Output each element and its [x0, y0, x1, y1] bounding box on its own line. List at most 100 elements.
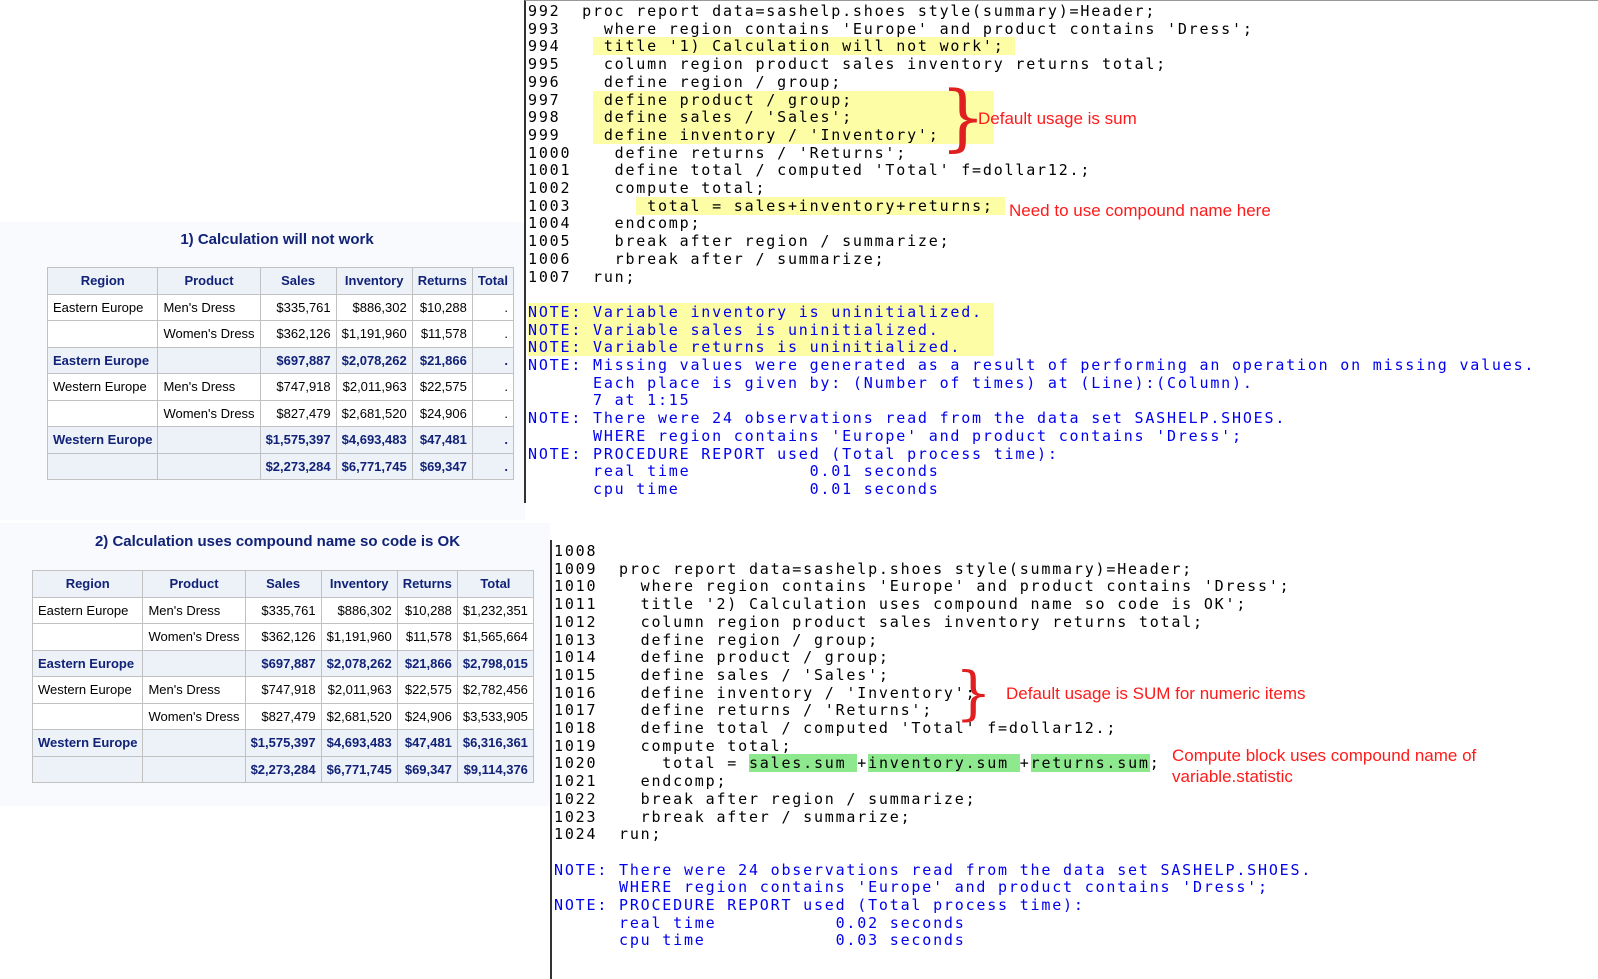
table-cell: $21,866	[396, 649, 458, 677]
report1-table: Region Product Sales Inventory Returns Total E…	[46, 267, 514, 480]
table-cell: $22,575	[396, 676, 458, 704]
highlighted-code: define product / group;	[593, 90, 994, 109]
log-note-line: cpu time 0.01 seconds	[528, 480, 940, 499]
table-cell: $747,918	[259, 373, 337, 401]
code-line: 993 where region contains 'Europe' and p…	[528, 20, 1254, 39]
table-cell	[46, 452, 159, 480]
brace-icon: }	[955, 659, 992, 727]
table-cell: .	[471, 426, 514, 454]
table-cell: .	[471, 293, 514, 321]
code-text: 1020 total =	[554, 754, 749, 773]
code-text: 1021 endcomp;	[554, 772, 728, 791]
log-note-line: real time 0.01 seconds	[528, 462, 940, 481]
table-cell: $1,191,960	[320, 623, 398, 651]
table-cell: $2,681,520	[335, 399, 413, 427]
code-line: 1024 run;	[554, 825, 662, 844]
table-cell: $1,191,960	[335, 320, 413, 348]
code-text: 1007 run;	[528, 267, 637, 286]
code-text: NOTE: There were 24 observations read fr…	[528, 409, 1287, 428]
code-line: 1023 rbreak after / summarize;	[554, 807, 912, 827]
table-cell: $2,798,015	[456, 649, 534, 677]
code-text: 1009 proc report data=sashelp.shoes styl…	[554, 559, 1194, 578]
annotation-default-usage: Default usage is sum	[978, 109, 1137, 128]
code-text: 1012 column region product sales invento…	[554, 612, 1204, 631]
table-cell	[46, 320, 159, 348]
code-text: 1023 rbreak after / summarize;	[554, 807, 912, 826]
code-text: WHERE region contains 'Europe' and produ…	[554, 878, 1269, 897]
code-text: 1010 where region contains 'Europe' and …	[554, 577, 1291, 596]
table-cell	[157, 346, 261, 374]
code-line: 995 column region product sales inventor…	[528, 55, 1167, 74]
column-header: Region	[31, 570, 144, 598]
table-row: Women's Dress $827,479 $2,681,520 $24,906.	[46, 399, 514, 427]
header-row: Region Product Sales Inventory Returns Total	[31, 570, 534, 598]
table-cell	[142, 729, 246, 757]
log-note-line: NOTE: There were 24 observations read fr…	[528, 409, 1287, 428]
code-text: real time 0.01 seconds	[528, 462, 940, 481]
code-text: 999	[528, 125, 593, 144]
code-line: 1013 define region / group;	[554, 631, 879, 650]
table-cell: $2,078,262	[335, 346, 413, 374]
code-text: 992 proc report data=sashelp.shoes style…	[528, 2, 1157, 20]
table-cell	[157, 426, 261, 454]
code-line: 998 define sales / 'Sales';	[528, 108, 994, 127]
highlighted-code: NOTE: Variable returns is uninitialized.	[528, 338, 994, 357]
code-text: 1019 compute total;	[554, 736, 793, 755]
code-text: 1018 define total / computed 'Total' f=d…	[554, 719, 1118, 737]
table-cell: .	[471, 320, 514, 348]
log-note-line: NOTE: Variable returns is uninitialized.	[528, 338, 994, 357]
table-cell: Men's Dress	[157, 373, 261, 401]
code-line: 1001 define total / computed 'Total' f=d…	[528, 161, 1091, 180]
summary-row: Western Europe $1,575,397 $4,693,483 $47,48…	[31, 729, 534, 757]
table-cell: Eastern Europe	[46, 346, 159, 374]
table-cell: Men's Dress	[142, 596, 246, 624]
code-text: 1003	[528, 196, 637, 215]
code-text: 1016 define inventory / 'Inventory';	[554, 683, 977, 702]
table-cell: $2,273,284	[259, 452, 337, 480]
table-cell: .	[471, 346, 514, 374]
table-cell: Western Europe	[46, 373, 159, 401]
code-text: 1015 define sales / 'Sales';	[554, 665, 890, 684]
code-text: 998	[528, 108, 593, 127]
table-cell: $335,761	[244, 596, 322, 624]
table-cell: $1,575,397	[259, 426, 337, 454]
log-note-line: NOTE: There were 24 observations read fr…	[554, 860, 1313, 880]
code-text: 996 define region / group;	[528, 72, 843, 91]
code-text: NOTE: There were 24 observations read fr…	[554, 860, 1313, 879]
table-cell: $24,906	[411, 399, 473, 427]
code-text: 1000 define returns / 'Returns';	[528, 143, 908, 162]
code-text: NOTE: PROCEDURE REPORT used (Total proce…	[554, 896, 1085, 914]
table-cell: Western Europe	[31, 729, 144, 757]
column-header: Total	[456, 570, 534, 598]
annotation-default-sum: Default usage is SUM for numeric items	[1006, 684, 1306, 703]
table-cell: $1,565,664	[456, 623, 534, 651]
code-text: 1004 endcomp;	[528, 214, 702, 233]
highlighted-code: title '1) Calculation will not work';	[593, 37, 1016, 56]
code-line: 1003 total = sales+inventory+returns;	[528, 196, 1005, 216]
column-header: Returns	[396, 570, 458, 598]
code-text: cpu time 0.03 seconds	[554, 931, 966, 950]
report2-table: Region Product Sales Inventory Returns Total E…	[31, 570, 534, 783]
code-line: 997 define product / group;	[528, 90, 994, 110]
table-cell: .	[471, 373, 514, 401]
table-row: Western Europe Men's Dress $747,918 $2,011,…	[46, 373, 514, 401]
table-cell: $10,288	[411, 293, 473, 321]
log-note-line: 7 at 1:15	[528, 392, 690, 410]
column-header: Inventory	[335, 267, 413, 295]
code-line: 999 define inventory / 'Inventory';	[528, 125, 994, 145]
table-cell: .	[471, 452, 514, 480]
log-note-line: NOTE: PROCEDURE REPORT used (Total proce…	[554, 896, 1085, 915]
table-cell: $827,479	[259, 399, 337, 427]
code-text: 1008	[554, 542, 598, 560]
code-text: 1002 compute total;	[528, 179, 767, 197]
table-cell: $1,575,397	[244, 729, 322, 757]
table-cell: $827,479	[244, 702, 322, 730]
table-cell: $47,481	[396, 729, 458, 757]
table-cell	[31, 623, 144, 651]
highlighted-code: total = sales+inventory+returns;	[636, 196, 1005, 215]
table-cell: $362,126	[259, 320, 337, 348]
code-text: 1005 break after region / summarize;	[528, 232, 951, 251]
table-cell: $2,681,520	[320, 702, 398, 730]
table-cell: $9,114,376	[456, 755, 534, 783]
table-cell: $886,302	[335, 293, 413, 321]
